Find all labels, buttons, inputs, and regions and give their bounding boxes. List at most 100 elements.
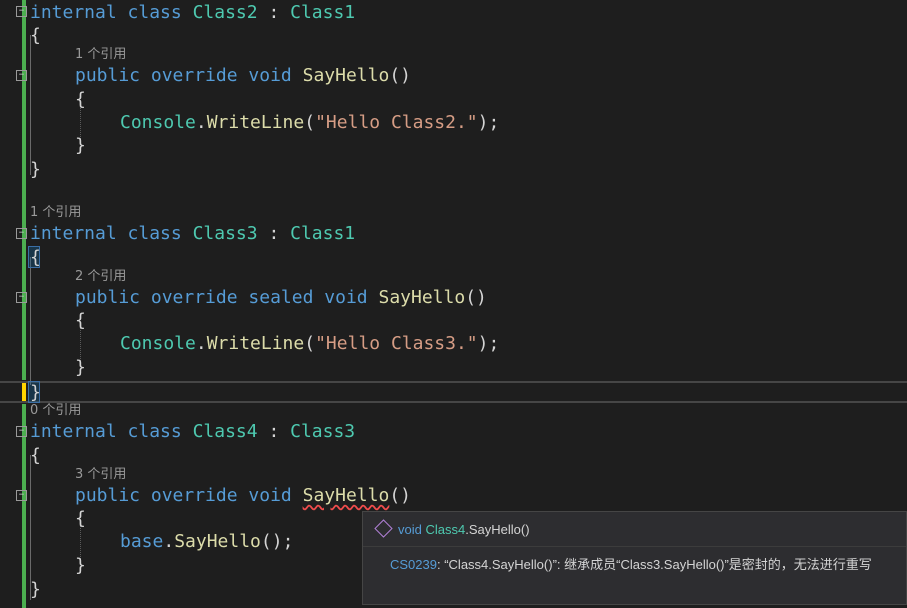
code-line[interactable]: public override void SayHello(): [75, 484, 411, 507]
collapse-icon[interactable]: [16, 292, 27, 303]
current-line-highlight: [0, 381, 907, 403]
brace: }: [30, 382, 41, 403]
class-name: Class4: [425, 522, 466, 537]
code-line[interactable]: }: [75, 134, 86, 157]
code-line[interactable]: }: [30, 578, 41, 601]
keyword: override: [150, 287, 238, 308]
base-class-name: Class3: [290, 421, 356, 442]
brace: {: [75, 89, 86, 110]
class-name: Console: [120, 112, 196, 133]
keyword: class: [127, 421, 182, 442]
brace: }: [75, 555, 86, 576]
code-line[interactable]: {: [30, 246, 41, 269]
method-name-error[interactable]: SayHello: [303, 485, 390, 506]
codelens-references[interactable]: 3 个引用: [75, 466, 126, 484]
method-name: SayHello: [378, 287, 466, 308]
punctuation: .: [163, 531, 175, 552]
code-line[interactable]: internal class Class3 : Class1: [30, 222, 355, 245]
tooltip-signature: void Class4.SayHello(): [374, 519, 530, 539]
code-line[interactable]: base.SayHello();: [120, 530, 293, 553]
divider: [363, 546, 906, 547]
keyword: void: [398, 522, 422, 537]
collapse-icon[interactable]: [16, 426, 27, 437]
code-line[interactable]: }: [30, 381, 41, 404]
keyword: public: [75, 65, 141, 86]
code-line[interactable]: internal class Class2 : Class1: [30, 1, 355, 24]
class-name: Console: [120, 333, 196, 354]
base-class-name: Class1: [290, 223, 356, 244]
punctuation: (: [304, 112, 316, 133]
punctuation: (: [304, 333, 316, 354]
keyword: public: [75, 287, 141, 308]
punctuation: (): [389, 65, 412, 86]
codelens-references[interactable]: 0 个引用: [30, 402, 81, 420]
keyword: internal: [30, 223, 117, 244]
code-line[interactable]: public override void SayHello(): [75, 64, 411, 87]
punctuation: (): [465, 287, 487, 308]
punctuation: :: [257, 421, 291, 442]
keyword: class: [127, 2, 182, 23]
keyword: internal: [30, 421, 117, 442]
error-code-link[interactable]: CS0239: [390, 557, 437, 572]
punctuation: .: [195, 333, 207, 354]
collapse-icon[interactable]: [16, 6, 27, 17]
code-line[interactable]: Console.WriteLine("Hello Class2.");: [120, 111, 499, 134]
keyword: internal: [30, 2, 117, 23]
code-line[interactable]: }: [75, 356, 86, 379]
brace: {: [75, 508, 86, 529]
code-line[interactable]: Console.WriteLine("Hello Class3.");: [120, 332, 499, 355]
keyword: void: [248, 65, 292, 86]
keyword: public: [75, 485, 141, 506]
codelens-references[interactable]: 2 个引用: [75, 268, 126, 286]
method-name: SayHello: [174, 531, 261, 552]
brace: }: [30, 159, 41, 180]
code-line[interactable]: internal class Class4 : Class3: [30, 420, 355, 443]
code-editor[interactable]: internal class Class2 : Class1 { 1 个引用 p…: [0, 0, 907, 608]
class-name: Class2: [192, 2, 258, 23]
code-line[interactable]: public override sealed void SayHello(): [75, 286, 487, 309]
brace: }: [75, 357, 86, 378]
method-cube-icon: [374, 519, 393, 538]
keyword: override: [150, 485, 238, 506]
punctuation: :: [257, 223, 291, 244]
class-name: Class4: [192, 421, 258, 442]
punctuation: );: [477, 333, 500, 354]
brace: {: [30, 445, 41, 466]
brace: {: [30, 25, 41, 46]
punctuation: (): [389, 485, 412, 506]
code-line[interactable]: }: [30, 158, 41, 181]
codelens-references[interactable]: 1 个引用: [75, 46, 126, 64]
keyword: void: [324, 287, 368, 308]
code-line[interactable]: {: [75, 88, 86, 111]
code-line[interactable]: {: [30, 24, 41, 47]
collapse-icon[interactable]: [16, 490, 27, 501]
punctuation: .: [195, 112, 207, 133]
codelens-references[interactable]: 1 个引用: [30, 204, 81, 222]
brace: {: [30, 247, 41, 268]
keyword: sealed: [248, 287, 314, 308]
collapse-icon[interactable]: [16, 228, 27, 239]
string-literal: "Hello Class2.": [315, 112, 478, 133]
brace: {: [75, 310, 86, 331]
collapse-icon[interactable]: [16, 70, 27, 81]
method-name: SayHello: [302, 65, 390, 86]
error-message: : “Class4.SayHello()”: 继承成员“Class3.SayHe…: [436, 557, 872, 572]
punctuation: :: [257, 2, 291, 23]
keyword: override: [150, 65, 238, 86]
method-name: WriteLine: [206, 112, 305, 133]
code-line[interactable]: }: [75, 554, 86, 577]
quick-info-tooltip[interactable]: void Class4.SayHello() CS0239: “Class4.S…: [362, 511, 907, 605]
code-line[interactable]: {: [30, 444, 41, 467]
change-bar: [22, 0, 26, 380]
string-literal: "Hello Class3.": [315, 333, 478, 354]
base-class-name: Class1: [290, 2, 356, 23]
punctuation: ();: [260, 531, 294, 552]
member-name: .SayHello(): [465, 522, 530, 537]
tooltip-error: CS0239: “Class4.SayHello()”: 继承成员“Class3…: [390, 556, 872, 574]
punctuation: );: [477, 112, 500, 133]
code-line[interactable]: {: [75, 507, 86, 530]
brace: }: [30, 579, 41, 600]
code-line[interactable]: {: [75, 309, 86, 332]
class-name: Class3: [192, 223, 258, 244]
keyword: class: [127, 223, 182, 244]
